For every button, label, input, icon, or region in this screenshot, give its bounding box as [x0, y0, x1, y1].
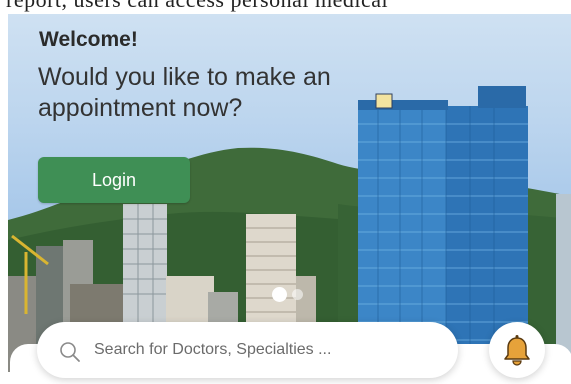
previous-section-text: report, users can access personal medica… — [6, 0, 388, 13]
previous-section-text-clip: report, users can access personal medica… — [0, 0, 571, 14]
login-button[interactable]: Login — [38, 157, 190, 203]
search-placeholder: Search for Doctors, Specialties ... — [94, 341, 332, 358]
hero-banner: Welcome! Would you like to make an appoi… — [8, 14, 571, 372]
carousel-dot-active[interactable] — [272, 287, 287, 302]
welcome-title: Welcome! — [39, 28, 138, 51]
search-icon — [60, 342, 80, 362]
carousel-indicator — [272, 287, 303, 302]
carousel-dot[interactable] — [292, 289, 303, 300]
bell-icon — [504, 335, 530, 366]
notifications-button[interactable] — [489, 322, 545, 378]
welcome-question: Would you like to make an appointment no… — [38, 63, 331, 122]
search-input[interactable]: Search for Doctors, Specialties ... — [37, 322, 458, 378]
